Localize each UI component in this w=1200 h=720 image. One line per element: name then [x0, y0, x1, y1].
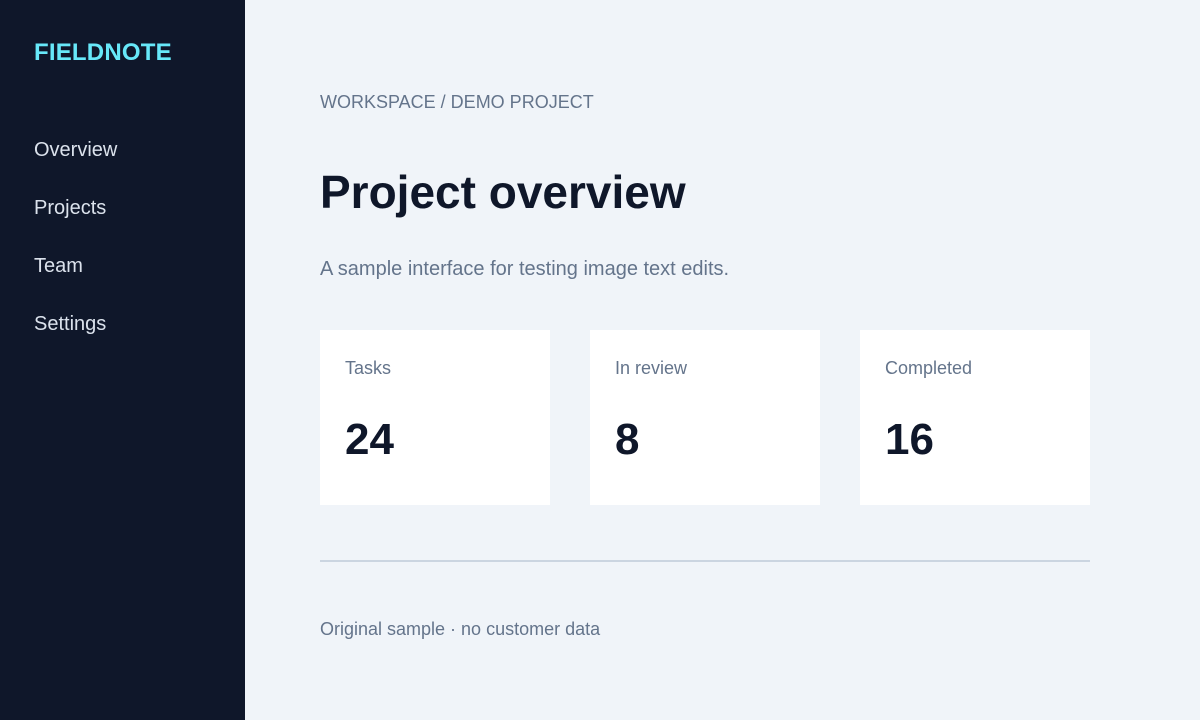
breadcrumb: WORKSPACE / DEMO PROJECT	[320, 92, 594, 112]
stat-card-tasks: Tasks 24	[320, 330, 550, 505]
stat-card-label: In review	[615, 358, 688, 378]
sidebar: FIELDNOTE Overview Projects Team Setting…	[0, 0, 245, 720]
footnote: Original sample · no customer data	[320, 619, 601, 639]
stat-card-completed: Completed 16	[860, 330, 1090, 505]
sidebar-item-settings[interactable]: Settings	[34, 312, 117, 370]
page-subtitle: A sample interface for testing image tex…	[320, 258, 730, 280]
sidebar-item-projects[interactable]: Projects	[34, 196, 117, 254]
stat-card-label: Tasks	[345, 358, 392, 378]
sidebar-nav: Overview Projects Team Settings	[34, 138, 117, 370]
app-window: FIELDNOTE Overview Projects Team Setting…	[0, 0, 1200, 720]
brand-logo[interactable]: FIELDNOTE	[34, 39, 172, 67]
stat-card-value: 16	[885, 415, 934, 464]
sidebar-item-team[interactable]: Team	[34, 254, 117, 312]
stat-card-value: 8	[615, 415, 640, 464]
stats-cards: Tasks 24 In review 8 Completed 16	[320, 330, 1090, 505]
stat-card-in-review: In review 8	[590, 330, 820, 505]
stat-card-label: Completed	[885, 358, 973, 378]
sidebar-item-overview[interactable]: Overview	[34, 138, 117, 196]
section-divider	[320, 560, 1090, 562]
stat-card-value: 24	[345, 415, 394, 464]
main-content: WORKSPACE / DEMO PROJECT Project overvie…	[245, 0, 1200, 720]
page-title: Project overview	[320, 166, 686, 218]
